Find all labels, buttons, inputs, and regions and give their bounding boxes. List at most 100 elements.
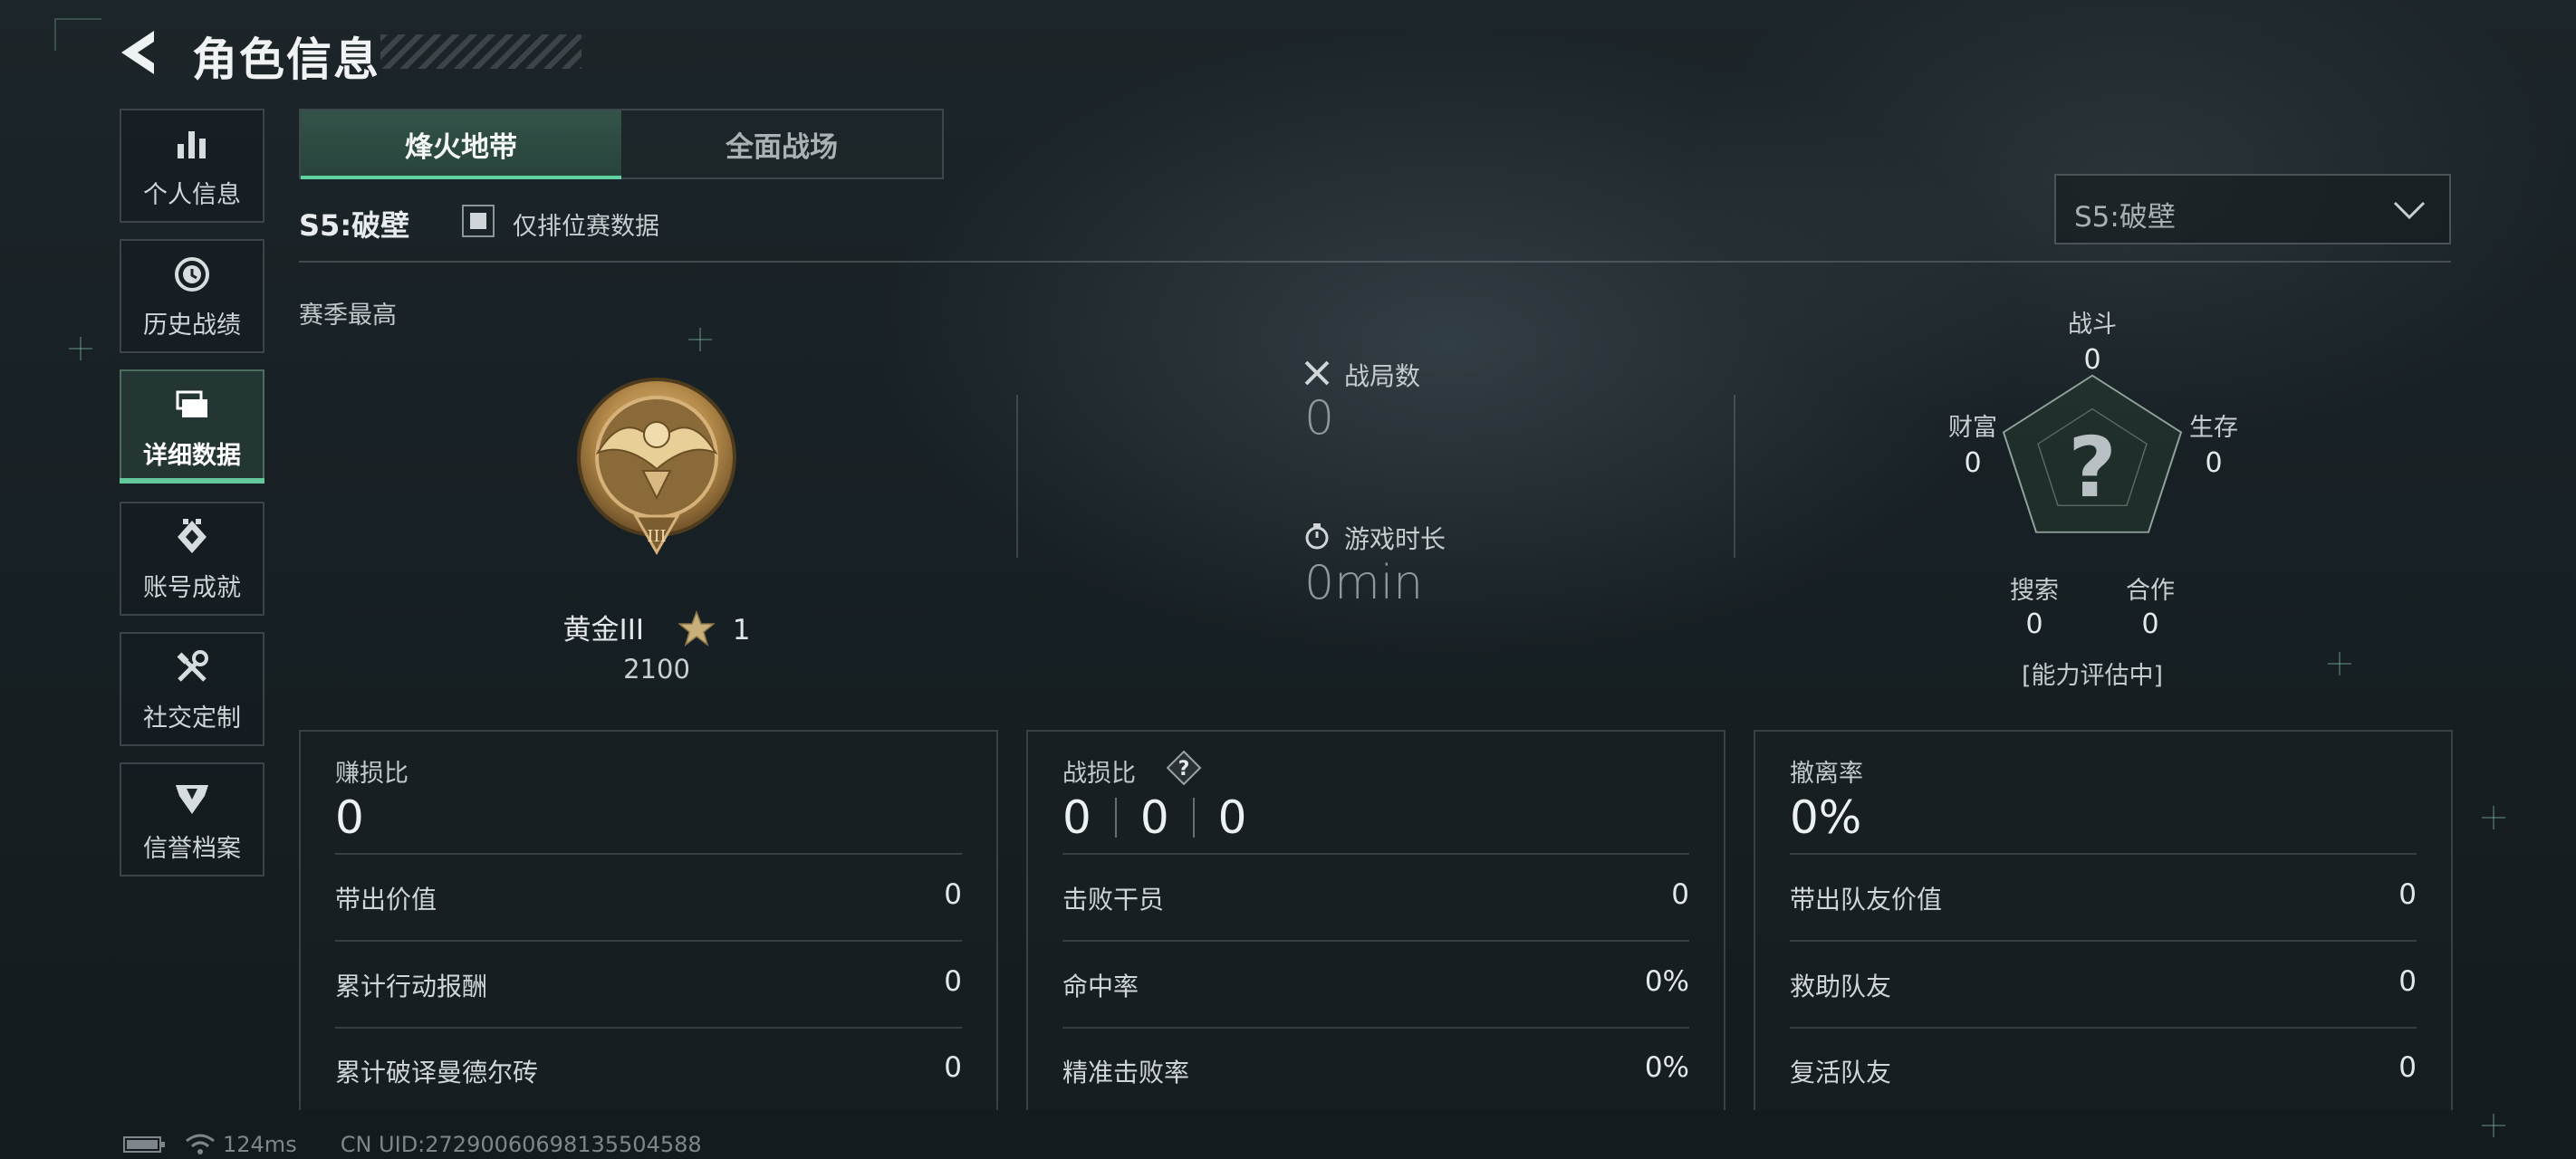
decor-cross bbox=[2482, 806, 2505, 829]
sidebar-item-label: 社交定制 bbox=[143, 704, 241, 733]
kd-value: 0 bbox=[1062, 791, 1091, 844]
radar-combat-value: 0 bbox=[2083, 344, 2101, 376]
divider bbox=[1192, 798, 1195, 838]
playtime-value: 0min bbox=[1304, 556, 1424, 610]
row-value: 0 bbox=[944, 878, 962, 911]
row-label: 累计行动报酬 bbox=[335, 972, 488, 1001]
sidebar-item-label: 信誉档案 bbox=[143, 834, 241, 863]
back-button[interactable] bbox=[116, 25, 167, 80]
row-label: 带出价值 bbox=[335, 885, 437, 915]
rank-name: 黄金III bbox=[562, 614, 644, 647]
radar-status-note: [能力评估中] bbox=[2021, 662, 2164, 690]
chevron-down-icon bbox=[2393, 201, 2426, 220]
decor-cross bbox=[2328, 652, 2351, 675]
row-value: 0 bbox=[944, 1051, 962, 1084]
row-label: 命中率 bbox=[1062, 972, 1139, 1001]
svg-text:?: ? bbox=[2068, 419, 2116, 516]
extraction-card: 撤离率 0% 带出队友价值 0 救助队友 0 复活队友 0 bbox=[1754, 730, 2453, 1110]
row-value: 0 bbox=[2398, 878, 2417, 911]
kd-value: 0 bbox=[1217, 791, 1247, 844]
sidebar-item-achievements[interactable]: 账号成就 bbox=[120, 502, 264, 616]
row-label: 精准击败率 bbox=[1062, 1058, 1190, 1087]
divider bbox=[1016, 395, 1018, 558]
row-value: 0 bbox=[2398, 1051, 2417, 1084]
sidebar-item-history[interactable]: 历史战绩 bbox=[120, 239, 264, 353]
sidebar-item-label: 个人信息 bbox=[143, 180, 241, 209]
row-label: 累计破译曼德尔砖 bbox=[335, 1058, 539, 1087]
star-icon bbox=[678, 610, 715, 647]
season-label: S5:破壁 bbox=[299, 208, 410, 243]
ranked-only-checkbox[interactable] bbox=[462, 205, 495, 237]
gold-rank-badge-icon: III bbox=[577, 378, 736, 556]
kd-value: 0 bbox=[1139, 791, 1169, 844]
achievement-icon bbox=[178, 518, 207, 553]
sidebar-item-credit[interactable]: 信誉档案 bbox=[120, 762, 264, 876]
row-value: 0 bbox=[2398, 965, 2417, 998]
title-decoration bbox=[380, 34, 582, 69]
row-label: 带出队友价值 bbox=[1790, 885, 1943, 915]
stopwatch-icon bbox=[1305, 523, 1329, 550]
tab-full-battlefield[interactable]: 全面战场 bbox=[621, 110, 942, 177]
decor-cross bbox=[69, 337, 92, 360]
matches-value: 0 bbox=[1304, 391, 1335, 445]
decor-cross bbox=[2482, 1114, 2505, 1137]
radar-teamwork-label: 合作 bbox=[2126, 577, 2175, 605]
rank-row: 黄金III 1 bbox=[507, 607, 806, 647]
row-label: 救助队友 bbox=[1790, 972, 1892, 1001]
uid-text: CN UID:272900606981355045​88 bbox=[340, 1132, 702, 1157]
tab-fire-zone[interactable]: 烽火地带 bbox=[301, 110, 621, 179]
matches-label: 战局数 bbox=[1344, 361, 1421, 391]
row-label: 击败干员 bbox=[1062, 885, 1165, 915]
row-value: 0% bbox=[1644, 965, 1689, 998]
divider bbox=[1062, 940, 1689, 942]
corner-decoration bbox=[54, 18, 101, 51]
divider bbox=[335, 940, 962, 942]
card-title: 战损比 bbox=[1062, 760, 1136, 788]
card-title: 撤离率 bbox=[1790, 760, 1863, 788]
folder-icon bbox=[176, 390, 207, 417]
card-value: 0 bbox=[335, 791, 364, 844]
sidebar-item-detailed-data[interactable]: 详细数据 bbox=[120, 369, 264, 484]
row-value: 0% bbox=[1644, 1051, 1689, 1084]
kd-card: 战损比 ? 0 0 0 击败干员 0 命中率 0% 精准击败率 0% bbox=[1026, 730, 1725, 1110]
radar-survival-value: 0 bbox=[2205, 447, 2223, 479]
profit-card: 赚损比 0 带出价值 0 累计行动报酬 0 累计破译曼德尔砖 0 bbox=[299, 730, 998, 1110]
rank-score: 2100 bbox=[623, 654, 690, 685]
divider bbox=[1114, 798, 1117, 838]
svg-text:III: III bbox=[647, 527, 666, 546]
radar-wealth-label: 财富 bbox=[1948, 414, 1997, 442]
sidebar-item-label: 历史战绩 bbox=[143, 311, 241, 340]
divider bbox=[299, 261, 2451, 263]
card-value: 0% bbox=[1790, 791, 1862, 844]
bar-chart-icon bbox=[178, 130, 206, 158]
radar-teamwork-value: 0 bbox=[2141, 608, 2159, 640]
divider bbox=[335, 853, 962, 855]
help-icon[interactable]: ? bbox=[1166, 750, 1202, 786]
credit-shield-icon bbox=[176, 784, 208, 814]
row-value: 0 bbox=[944, 965, 962, 998]
divider bbox=[1062, 853, 1689, 855]
divider bbox=[1790, 940, 2417, 942]
divider bbox=[335, 1027, 962, 1029]
svg-text:?: ? bbox=[1178, 758, 1190, 781]
radar-search-label: 搜索 bbox=[2010, 577, 2059, 605]
card-title: 赚损比 bbox=[335, 760, 409, 788]
wifi-icon bbox=[186, 1134, 215, 1154]
back-arrow-icon bbox=[121, 31, 154, 74]
page-title: 角色信息 bbox=[192, 34, 380, 86]
status-bar: 124ms CN UID:272900606981355045​88 bbox=[123, 1132, 702, 1157]
season-dropdown[interactable]: S5:破壁 bbox=[2054, 174, 2451, 244]
crossed-swords-icon bbox=[1304, 360, 1330, 386]
sidebar-item-social[interactable]: 社交定制 bbox=[120, 632, 264, 746]
row-value: 0 bbox=[1671, 878, 1689, 911]
mode-tabs: 烽火地带 全面战场 bbox=[299, 109, 944, 179]
divider bbox=[1062, 1027, 1689, 1029]
row-label: 复活队友 bbox=[1790, 1058, 1892, 1087]
season-dropdown-value: S5:破壁 bbox=[2074, 201, 2176, 234]
sidebar-item-personal-info[interactable]: 个人信息 bbox=[120, 109, 264, 223]
season-best-label: 赛季最高 bbox=[299, 302, 397, 330]
radar-wealth-value: 0 bbox=[1964, 447, 1982, 479]
radar-survival-label: 生存 bbox=[2189, 414, 2238, 442]
divider bbox=[1734, 395, 1735, 558]
kd-values: 0 0 0 bbox=[1062, 791, 1246, 844]
